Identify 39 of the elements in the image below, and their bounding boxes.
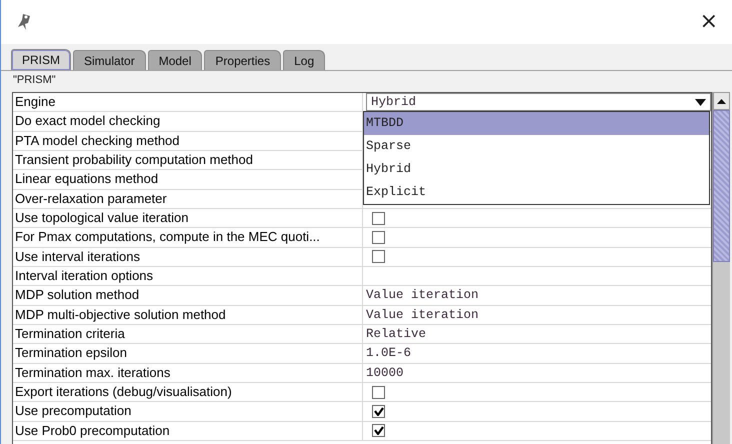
engine-combo-box[interactable]: Hybrid [366,93,711,112]
property-name: Termination max. iterations [13,364,363,382]
scrollbar[interactable] [712,92,730,444]
checkbox[interactable] [372,250,385,264]
property-name: Termination criteria [13,324,363,344]
property-value: Value iteration [366,306,479,324]
checkbox[interactable] [372,230,385,244]
tab[interactable]: Model [148,50,202,70]
property-name: MDP solution method [13,286,363,305]
tab[interactable]: Log [283,50,326,70]
close-button[interactable]: × [696,11,722,33]
property-name: Use Prob0 precomputation [13,422,363,440]
scroll-up-button[interactable] [713,92,730,110]
checkbox[interactable] [372,404,385,418]
checkbox[interactable] [372,386,385,399]
property-name: Use interval iterations [13,248,363,266]
checkbox[interactable] [372,212,385,225]
property-name: Engine [13,93,363,112]
property-value: Relative [366,326,426,344]
app-logo-icon [17,13,31,31]
tab[interactable]: Properties [204,50,282,70]
tab[interactable]: Simulator [73,50,146,70]
checkbox[interactable] [372,424,385,438]
dropdown-option[interactable]: MTBDD [364,112,709,135]
property-value: 1.0E-6 [366,345,412,362]
property-name: Export iterations (debug/visualisation) [13,382,363,402]
property-value: 10000 [366,364,404,382]
dropdown-arrow-icon [695,99,706,106]
property-name: Interval iteration options [13,266,363,286]
scroll-thumb[interactable] [713,110,730,262]
tab[interactable]: PRISM [11,49,72,70]
property-name: Use precomputation [13,402,363,421]
property-name: MDP multi-objective solution method [13,306,363,324]
property-name: Termination epsilon [13,344,363,363]
up-arrow-icon [717,98,726,104]
property-value: Value iteration [366,287,479,304]
panel-title: "PRISM" [12,73,57,88]
property-name: For Pmax computations, compute in the MEC quoti... [13,228,363,247]
property-name: Use topological value iteration [13,208,363,228]
